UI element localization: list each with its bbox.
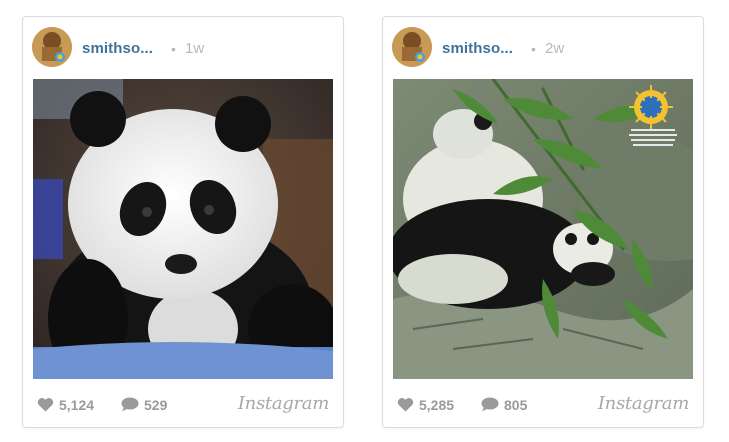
username-link[interactable]: smithso... (82, 40, 153, 57)
instagram-post-card: smithso... • 2w 5,285 805 Instagram (382, 16, 704, 428)
panda-cub-photo (33, 79, 333, 379)
speech-bubble-icon[interactable] (121, 397, 139, 412)
separator-dot: • (531, 41, 536, 57)
post-age[interactable]: 1w (185, 40, 204, 57)
avatar[interactable] (392, 27, 432, 67)
post-header: smithso... • 2w (383, 17, 703, 79)
instagram-post-card: smithso... • 1w 5,124 529 Instagram (22, 16, 344, 428)
username-link[interactable]: smithso... (442, 40, 513, 57)
post-photo[interactable] (33, 79, 333, 379)
instagram-wordmark[interactable]: Instagram (238, 393, 329, 414)
comment-count: 529 (144, 397, 168, 413)
heart-icon[interactable] (37, 397, 54, 412)
heart-icon[interactable] (397, 397, 414, 412)
instagram-wordmark[interactable]: Instagram (598, 393, 689, 414)
like-count: 5,285 (419, 397, 455, 413)
like-count: 5,124 (59, 397, 95, 413)
post-footer: 5,124 529 Instagram (23, 379, 343, 427)
comment-count: 805 (504, 397, 528, 413)
avatar[interactable] (32, 27, 72, 67)
post-age[interactable]: 2w (545, 40, 564, 57)
post-footer: 5,285 805 Instagram (383, 379, 703, 427)
post-photo[interactable] (393, 79, 693, 379)
separator-dot: • (171, 41, 176, 57)
panda-bamboo-photo (393, 79, 693, 379)
post-header: smithso... • 1w (23, 17, 343, 79)
speech-bubble-icon[interactable] (481, 397, 499, 412)
